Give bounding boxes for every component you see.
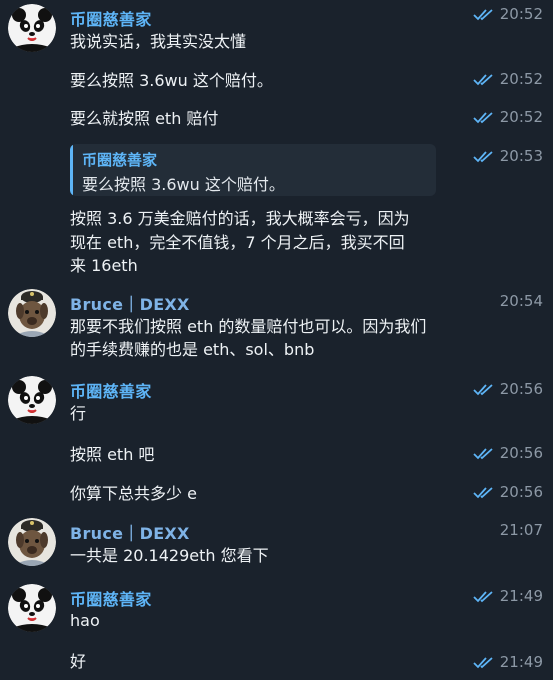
message-time: 21:07 [499, 521, 543, 539]
double-check-icon [473, 111, 493, 123]
message-text: 我说实话，我其实没太懂 [70, 32, 247, 51]
message-text: hao [70, 611, 100, 630]
message-text: 你算下总共多少 e [70, 484, 197, 503]
message-text: 一共是 20.1429eth 您看下 [70, 546, 269, 565]
dog-avatar[interactable] [8, 518, 56, 566]
message-time: 20:52 [499, 108, 543, 126]
message-time: 20:56 [499, 444, 543, 462]
double-check-icon [473, 8, 493, 20]
message-line: 来 16eth [70, 256, 138, 275]
message-meta: 21:07 [500, 521, 543, 539]
message-meta: 20:54 [500, 292, 543, 310]
message-time: 20:56 [499, 483, 543, 501]
message-meta: 20:53 [473, 147, 543, 165]
message-meta: 21:49 [473, 653, 543, 671]
message-line: 的手续费赚的也是 eth、sol、bnb [70, 340, 315, 359]
sender-name[interactable]: Bruce｜DEXX [70, 520, 190, 544]
message-time: 21:49 [499, 653, 543, 671]
message-time: 20:52 [499, 70, 543, 88]
message-text: 按照 eth 吧 [70, 445, 155, 464]
message-meta: 20:52 [473, 108, 543, 126]
sender-name[interactable]: Bruce｜DEXX [70, 291, 190, 315]
message-text: 要么按照 3.6wu 这个赔付。 [70, 71, 273, 90]
message-time: 20:52 [499, 5, 543, 23]
double-check-icon [473, 447, 493, 459]
message-text: 行 [70, 404, 87, 423]
panda-avatar[interactable] [8, 584, 56, 632]
double-check-icon [473, 150, 493, 162]
dog-avatar[interactable] [8, 289, 56, 337]
message-text: 好 [70, 652, 87, 671]
message-time: 20:53 [499, 147, 543, 165]
reply-sender: 币圈慈善家 [82, 151, 158, 169]
double-check-icon [473, 656, 493, 668]
double-check-icon [473, 383, 493, 395]
sender-name[interactable]: 币圈慈善家 [70, 378, 152, 402]
reply-text: 要么按照 3.6wu 这个赔付。 [82, 175, 285, 194]
double-check-icon [473, 590, 493, 602]
message-line: 按照 3.6 万美金赔付的话，我大概率会亏，因为 [70, 209, 410, 228]
message-meta: 20:56 [473, 380, 543, 398]
message-meta: 20:52 [473, 70, 543, 88]
reply-bar [70, 144, 73, 196]
double-check-icon [473, 486, 493, 498]
message-meta: 21:49 [473, 587, 543, 605]
message-meta: 20:56 [473, 483, 543, 501]
reply-quote[interactable]: 币圈慈善家 要么按照 3.6wu 这个赔付。 [70, 144, 436, 196]
panda-avatar[interactable] [8, 4, 56, 52]
message-time: 20:54 [499, 292, 543, 310]
sender-name[interactable]: 币圈慈善家 [70, 586, 152, 610]
message-time: 20:56 [499, 380, 543, 398]
sender-name[interactable]: 币圈慈善家 [70, 6, 152, 30]
double-check-icon [473, 73, 493, 85]
message-meta: 20:56 [473, 444, 543, 462]
message-meta: 20:52 [473, 5, 543, 23]
message-text: 要么就按照 eth 赔付 [70, 109, 219, 128]
panda-avatar[interactable] [8, 376, 56, 424]
message-time: 21:49 [499, 587, 543, 605]
